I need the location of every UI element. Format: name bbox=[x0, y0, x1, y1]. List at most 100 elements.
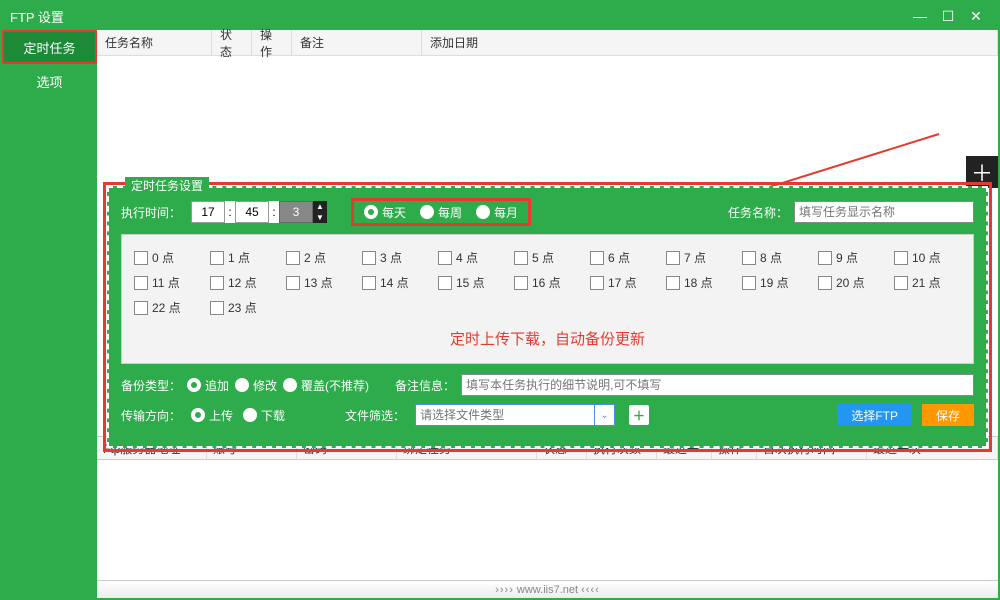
task-name-input[interactable] bbox=[794, 201, 974, 223]
spinner-down-icon[interactable]: ▼ bbox=[313, 212, 327, 223]
file-type-select[interactable]: ⌄ bbox=[415, 404, 615, 426]
radio-modify[interactable]: 修改 bbox=[235, 377, 277, 394]
remark-input[interactable] bbox=[461, 374, 974, 396]
file-type-input[interactable] bbox=[415, 404, 595, 426]
hour-checkbox-14[interactable]: 14 点 bbox=[362, 274, 420, 291]
hour-checkbox-23[interactable]: 23 点 bbox=[210, 299, 268, 316]
save-button[interactable]: 保存 bbox=[922, 404, 974, 426]
radio-label: 每天 bbox=[382, 204, 406, 221]
hour-checkbox-4[interactable]: 4 点 bbox=[438, 249, 496, 266]
checkbox-icon bbox=[666, 251, 680, 265]
hour-checkbox-8[interactable]: 8 点 bbox=[742, 249, 800, 266]
hour-label: 12 点 bbox=[228, 274, 257, 291]
col-date[interactable]: 添加日期 bbox=[422, 30, 998, 55]
hour-checkbox-7[interactable]: 7 点 bbox=[666, 249, 724, 266]
hour-label: 1 点 bbox=[228, 249, 250, 266]
footer-deco-left: ›››› bbox=[495, 584, 514, 596]
checkbox-icon bbox=[742, 276, 756, 290]
radio-label: 每月 bbox=[494, 204, 518, 221]
radio-upload[interactable]: 上传 bbox=[191, 407, 233, 424]
task-name-label: 任务名称： bbox=[728, 204, 788, 221]
app-window: FTP 设置 ― ☐ ✕ 定时任务 选项 任务名称 状态 操作 备注 添加日期 … bbox=[0, 0, 1000, 600]
second-input[interactable] bbox=[279, 201, 313, 223]
hour-label: 15 点 bbox=[456, 274, 485, 291]
hour-checkbox-11[interactable]: 11 点 bbox=[134, 274, 192, 291]
radio-download[interactable]: 下载 bbox=[243, 407, 285, 424]
radio-icon bbox=[187, 378, 201, 392]
chevron-down-icon[interactable]: ⌄ bbox=[595, 404, 615, 426]
footer-deco-right: ‹‹‹‹ bbox=[581, 584, 600, 596]
maximize-button[interactable]: ☐ bbox=[934, 6, 962, 26]
hour-checkbox-2[interactable]: 2 点 bbox=[286, 249, 344, 266]
checkbox-icon bbox=[134, 301, 148, 315]
hour-checkbox-15[interactable]: 15 点 bbox=[438, 274, 496, 291]
hours-selection-box: 0 点 1 点 2 点 3 点 4 点 5 点 6 点 7 点 8 点 9 点 10 点 11 点 12… bbox=[121, 234, 974, 364]
close-button[interactable]: ✕ bbox=[962, 6, 990, 26]
add-task-button[interactable]: ＋ bbox=[966, 156, 998, 188]
sidebar: 定时任务 选项 bbox=[2, 30, 97, 598]
minimize-button[interactable]: ― bbox=[906, 6, 934, 26]
hour-label: 20 点 bbox=[836, 274, 865, 291]
checkbox-icon bbox=[818, 251, 832, 265]
radio-monthly[interactable]: 每月 bbox=[476, 204, 518, 221]
radio-label: 下载 bbox=[261, 407, 285, 424]
hour-checkbox-19[interactable]: 19 点 bbox=[742, 274, 800, 291]
hour-checkbox-9[interactable]: 9 点 bbox=[818, 249, 876, 266]
hour-checkbox-12[interactable]: 12 点 bbox=[210, 274, 268, 291]
sidebar-item-options[interactable]: 选项 bbox=[2, 64, 97, 98]
radio-icon bbox=[476, 205, 490, 219]
panel-legend: 定时任务设置 bbox=[125, 177, 209, 194]
col-task-name[interactable]: 任务名称 bbox=[97, 30, 212, 55]
radio-append[interactable]: 追加 bbox=[187, 377, 229, 394]
frequency-radio-group: 每天 每周 每月 bbox=[351, 198, 531, 226]
hour-checkbox-6[interactable]: 6 点 bbox=[590, 249, 648, 266]
hour-checkbox-1[interactable]: 1 点 bbox=[210, 249, 268, 266]
hour-checkbox-10[interactable]: 10 点 bbox=[894, 249, 952, 266]
hour-checkbox-16[interactable]: 16 点 bbox=[514, 274, 572, 291]
window-title: FTP 设置 bbox=[10, 7, 906, 26]
hour-label: 9 点 bbox=[836, 249, 858, 266]
checkbox-icon bbox=[210, 276, 224, 290]
hour-checkbox-22[interactable]: 22 点 bbox=[134, 299, 192, 316]
select-ftp-button[interactable]: 选择FTP bbox=[837, 404, 912, 426]
time-sep-2: : bbox=[269, 205, 279, 219]
col-state[interactable]: 状态 bbox=[212, 30, 252, 55]
checkbox-icon bbox=[210, 251, 224, 265]
hour-checkbox-5[interactable]: 5 点 bbox=[514, 249, 572, 266]
hour-label: 8 点 bbox=[760, 249, 782, 266]
checkbox-icon bbox=[666, 276, 680, 290]
time-spinner[interactable]: ▲ ▼ bbox=[313, 201, 327, 223]
hour-checkbox-17[interactable]: 17 点 bbox=[590, 274, 648, 291]
radio-daily[interactable]: 每天 bbox=[364, 204, 406, 221]
hour-checkbox-3[interactable]: 3 点 bbox=[362, 249, 420, 266]
time-sep-1: : bbox=[225, 205, 235, 219]
hour-checkbox-13[interactable]: 13 点 bbox=[286, 274, 344, 291]
footer: ›››› www.iis7.net ‹‹‹‹ bbox=[97, 580, 998, 598]
hour-checkbox-0[interactable]: 0 点 bbox=[134, 249, 192, 266]
col-remark[interactable]: 备注 bbox=[292, 30, 422, 55]
radio-weekly[interactable]: 每周 bbox=[420, 204, 462, 221]
col-op[interactable]: 操作 bbox=[252, 30, 292, 55]
radio-overwrite[interactable]: 覆盖(不推荐) bbox=[283, 377, 369, 394]
minute-input[interactable] bbox=[235, 201, 269, 223]
hour-checkbox-18[interactable]: 18 点 bbox=[666, 274, 724, 291]
row-direction: 传输方向： 上传 下载 文件筛选： bbox=[121, 404, 974, 426]
hour-label: 22 点 bbox=[152, 299, 181, 316]
sidebar-item-scheduled-tasks[interactable]: 定时任务 bbox=[2, 30, 97, 64]
hour-label: 11 点 bbox=[152, 274, 180, 291]
checkbox-icon bbox=[514, 251, 528, 265]
hour-checkbox-21[interactable]: 21 点 bbox=[894, 274, 952, 291]
checkbox-icon bbox=[894, 276, 908, 290]
hour-input[interactable] bbox=[191, 201, 225, 223]
hour-label: 18 点 bbox=[684, 274, 713, 291]
hour-checkbox-20[interactable]: 20 点 bbox=[818, 274, 876, 291]
spinner-up-icon[interactable]: ▲ bbox=[313, 201, 327, 212]
add-file-type-button[interactable]: ＋ bbox=[629, 405, 649, 425]
task-name-group: 任务名称： bbox=[728, 201, 974, 223]
checkbox-icon bbox=[438, 251, 452, 265]
radio-icon bbox=[235, 378, 249, 392]
row-backup-type: 备份类型： 追加 修改 覆盖(不推荐) bbox=[121, 374, 974, 396]
checkbox-icon bbox=[362, 251, 376, 265]
promo-text: 定时上传下载，自动备份更新 bbox=[134, 328, 961, 349]
hour-label: 23 点 bbox=[228, 299, 257, 316]
